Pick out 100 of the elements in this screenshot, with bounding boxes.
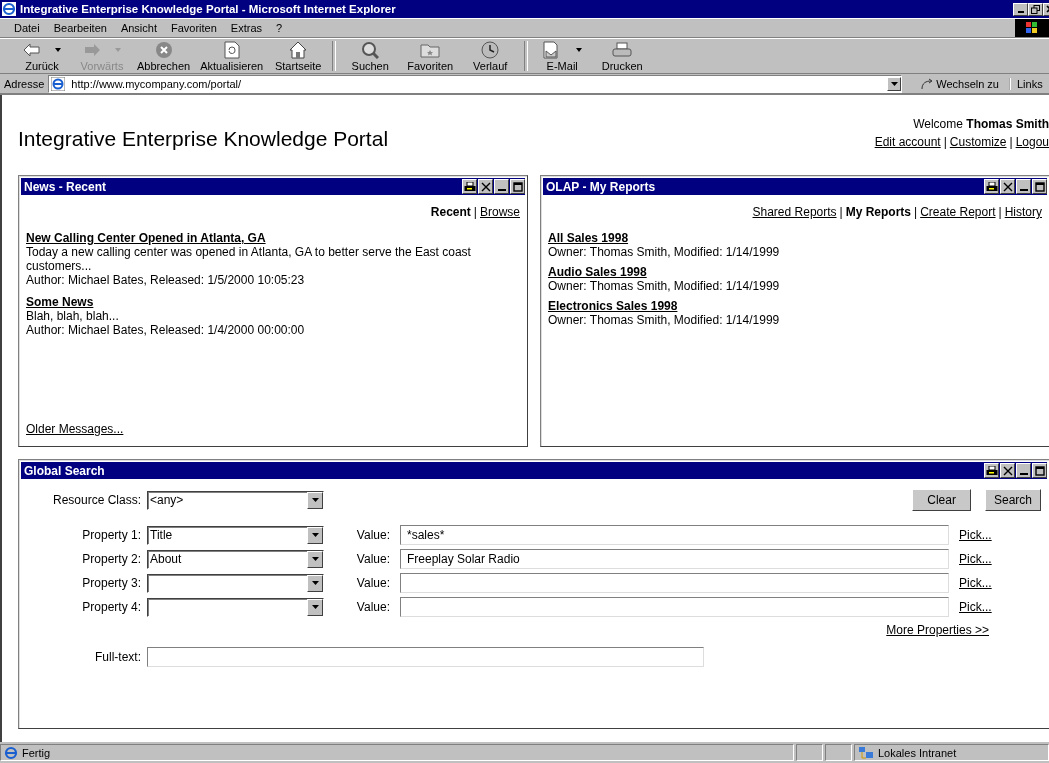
dropdown-field[interactable]: Title	[147, 525, 324, 545]
zone-text: Lokales Intranet	[878, 746, 957, 759]
account-link[interactable]: Customize	[949, 135, 1007, 149]
view-tab[interactable]: My Reports	[845, 205, 912, 219]
report-link[interactable]: Electronics Sales 1998	[548, 299, 678, 313]
printer-icon	[985, 181, 998, 192]
older-messages-link[interactable]: Older Messages...	[26, 422, 124, 436]
field-label: Value:	[355, 528, 391, 542]
field-label: Value:	[355, 600, 391, 614]
left-arrow-icon	[23, 43, 41, 57]
more-properties-link[interactable]: More Properties >>	[886, 623, 989, 637]
view-tab[interactable]: Create Report	[920, 205, 996, 219]
browser-logo-icon	[2, 2, 16, 16]
network-icon	[858, 745, 874, 760]
menu-item[interactable]: Extras	[230, 22, 263, 34]
print-button[interactable]	[984, 179, 999, 194]
maximize-icon	[512, 181, 523, 192]
form-button[interactable]: Search	[984, 489, 1041, 511]
right-arrow-icon	[83, 43, 101, 57]
pick-link[interactable]: Pick...	[955, 600, 1041, 614]
stop-icon	[154, 41, 173, 59]
maximize-button[interactable]	[1032, 463, 1047, 478]
input-field[interactable]: *sales*	[400, 525, 949, 545]
restore-button[interactable]	[1028, 2, 1043, 16]
toolbar-button[interactable]: Drucken	[592, 40, 653, 72]
separator-text: |	[1009, 135, 1013, 149]
report-meta: Owner: Thomas Smith, Modified: 1/14/1999	[548, 313, 781, 327]
news-summary: Blah, blah, blah...	[26, 309, 120, 323]
news-meta: Author: Michael Bates, Released: 1/5/2000 10:05:23	[26, 273, 306, 287]
maximize-icon	[1034, 181, 1045, 192]
menu-item[interactable]: Bearbeiten	[53, 22, 107, 34]
field-label: Property 2:	[81, 552, 141, 566]
view-tab[interactable]: Browse	[480, 205, 520, 219]
input-field[interactable]: Freeplay Solar Radio	[400, 549, 949, 569]
account-link[interactable]: Logou	[1015, 135, 1049, 149]
toolbar-button[interactable]: Aktualisieren	[195, 40, 269, 72]
toolbar-button[interactable]: Suchen	[340, 40, 401, 72]
account-link[interactable]: Edit account	[874, 135, 941, 149]
field-label: Value:	[355, 552, 391, 566]
view-tab[interactable]: History	[1004, 205, 1042, 219]
caret-icon	[311, 605, 319, 609]
toolbar-button[interactable]: E-Mail	[532, 40, 593, 72]
maximize-icon	[1034, 465, 1045, 476]
news-summary: Today a new calling center was opened in Atlanta, GA to better serve the East coast customers...	[26, 245, 472, 273]
report-link[interactable]: Audio Sales 1998	[548, 265, 647, 279]
status-panel	[825, 744, 852, 761]
welcome-text: Welcome Thomas Smith	[912, 116, 1049, 133]
separator-text: |	[943, 135, 947, 149]
page-icon	[51, 76, 66, 91]
clock-icon	[481, 41, 500, 59]
form-button[interactable]: Clear	[912, 489, 971, 511]
field-label: Value:	[355, 576, 391, 590]
minimize-button[interactable]	[1016, 463, 1031, 478]
minimize-button[interactable]	[494, 179, 509, 194]
print-button[interactable]	[984, 463, 999, 478]
menu-item[interactable]: Favoriten	[171, 22, 217, 34]
menu-item[interactable]: Ansicht	[120, 22, 157, 34]
menu-item[interactable]: ?	[276, 22, 283, 34]
input-field[interactable]	[400, 597, 949, 617]
page-icon	[4, 745, 18, 760]
maximize-button[interactable]	[510, 179, 525, 194]
pick-link[interactable]: Pick...	[955, 552, 1041, 566]
dropdown-field[interactable]	[147, 573, 324, 593]
minimize-button[interactable]	[1016, 179, 1031, 194]
minimize-icon	[1019, 189, 1028, 191]
minimize-button[interactable]	[1013, 2, 1028, 16]
field-label: Property 1:	[81, 528, 141, 542]
address-field[interactable]: http://www.mycompany.com/portal/	[48, 74, 903, 93]
caret-icon	[890, 81, 898, 86]
address-label: Adresse	[4, 77, 45, 90]
maximize-button[interactable]	[1032, 179, 1047, 194]
view-tab[interactable]: Shared Reports	[752, 205, 837, 219]
dropdown-field[interactable]: About	[147, 549, 324, 569]
dropdown-field[interactable]	[147, 597, 324, 617]
separator-text: |	[914, 205, 918, 219]
links-button[interactable]: Links	[1009, 77, 1049, 90]
input-field[interactable]	[147, 647, 704, 667]
news-headline-link[interactable]: Some News	[26, 295, 94, 309]
toolbar-button[interactable]: Favoriten	[400, 40, 461, 72]
minimize-icon	[1019, 473, 1028, 475]
pick-link[interactable]: Pick...	[955, 576, 1041, 590]
news-headline-link[interactable]: New Calling Center Opened in Atlanta, GA	[26, 231, 266, 245]
report-link[interactable]: All Sales 1998	[548, 231, 629, 245]
panel-title: Global Search	[24, 463, 105, 478]
view-tab[interactable]: Recent	[430, 205, 471, 219]
pick-link[interactable]: Pick...	[955, 528, 1041, 542]
menu-item[interactable]: Datei	[14, 22, 40, 34]
separator-text: |	[998, 205, 1002, 219]
status-text: Fertig	[22, 746, 51, 759]
dropdown-field[interactable]: <any>	[147, 490, 324, 510]
go-button[interactable]: Wechseln zu	[914, 77, 1005, 90]
input-field[interactable]	[400, 573, 949, 593]
print-button[interactable]	[462, 179, 477, 194]
toolbar-button[interactable]: Startseite	[268, 40, 329, 72]
toolbar-button[interactable]: Abbrechen	[132, 40, 196, 72]
window-title: Integrative Enterprise Knowledge Portal - Microsoft Internet Explorer	[20, 3, 397, 15]
toolbar-button[interactable]: Verlauf	[460, 40, 521, 72]
toolbar-button[interactable]: Zurück	[12, 40, 72, 72]
dropdown-button[interactable]	[887, 76, 902, 91]
report-meta: Owner: Thomas Smith, Modified: 1/14/1999	[548, 279, 781, 293]
